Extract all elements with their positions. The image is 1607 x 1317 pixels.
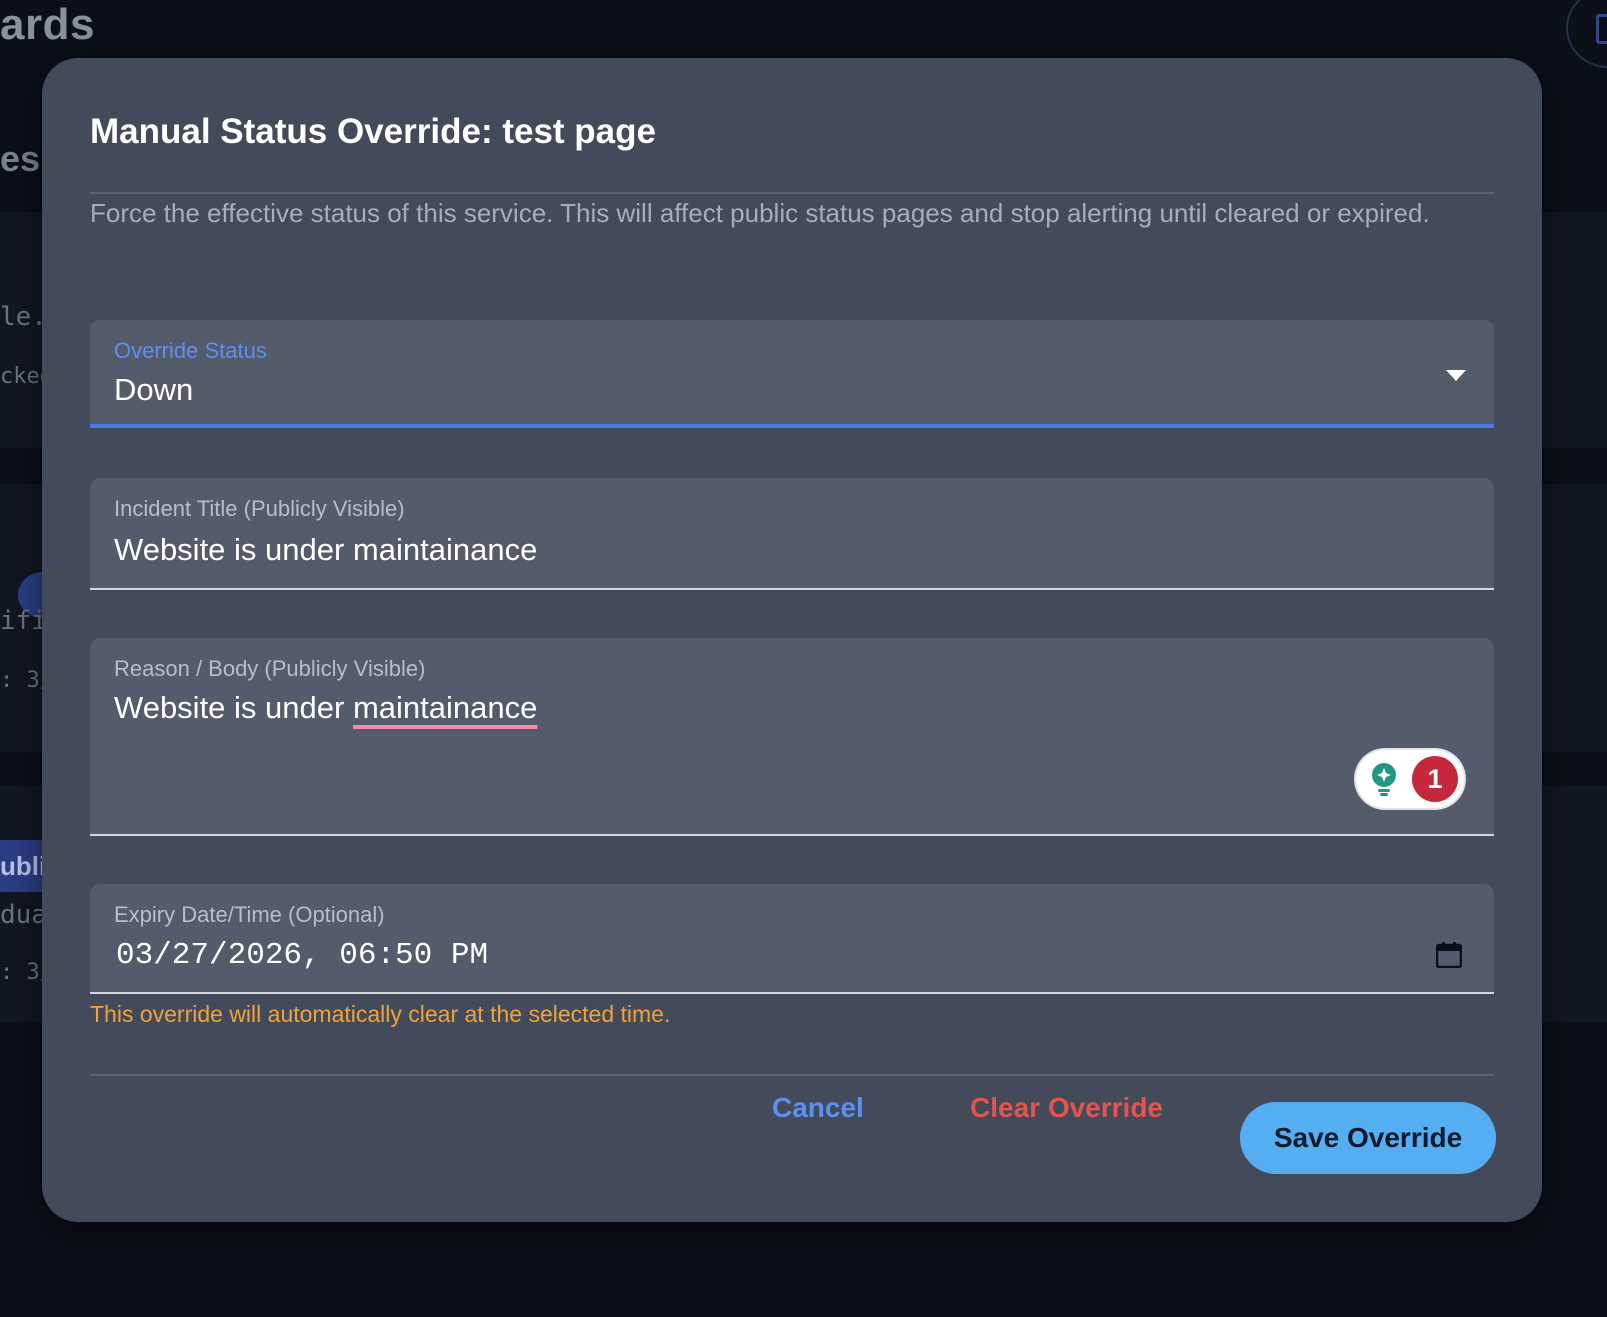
cancel-button[interactable]: Cancel xyxy=(772,1092,864,1124)
grammar-issue-count: 1 xyxy=(1412,756,1458,802)
reason-label: Reason / Body (Publicly Visible) xyxy=(114,656,426,681)
dialog-title: Manual Status Override: test page xyxy=(90,112,656,151)
chevron-down-icon[interactable] xyxy=(1446,370,1466,381)
incident-title-value: Website is under maintainance xyxy=(114,532,538,567)
background-page-title: ards xyxy=(0,0,95,49)
incident-title-input[interactable]: Incident Title (Publicly Visible) Websit… xyxy=(90,478,1494,590)
misspelled-word[interactable]: maintainance xyxy=(353,690,537,725)
background-section-title: es xyxy=(0,138,41,179)
background-text: ifi xyxy=(0,606,47,636)
actions-divider xyxy=(90,1074,1494,1076)
reason-textarea[interactable]: Reason / Body (Publicly Visible) Website… xyxy=(90,638,1494,836)
expiry-value: 03/27/2026, 06:50 PM xyxy=(116,938,489,973)
dialog-description: Force the effective status of this servi… xyxy=(90,198,1430,228)
reason-text: Website is under xyxy=(114,690,353,725)
expiry-hint: This override will automatically clear a… xyxy=(90,1001,671,1027)
expiry-datetime-input[interactable]: Expiry Date/Time (Optional) 03/27/2026, … xyxy=(90,884,1494,994)
incident-title-label: Incident Title (Publicly Visible) xyxy=(114,496,405,521)
clear-override-button[interactable]: Clear Override xyxy=(970,1092,1163,1124)
reason-value: Website is under maintainance xyxy=(114,690,537,726)
background-text: dua xyxy=(0,900,47,930)
background-text: le. xyxy=(0,302,47,332)
override-dialog: Manual Status Override: test page Force … xyxy=(42,58,1542,1222)
expiry-label: Expiry Date/Time (Optional) xyxy=(114,902,385,927)
override-status-label: Override Status xyxy=(114,338,267,363)
override-status-select[interactable]: Override Status Down xyxy=(90,320,1494,428)
override-status-value: Down xyxy=(114,372,194,407)
copy-icon xyxy=(1596,14,1607,44)
calendar-icon[interactable] xyxy=(1436,942,1462,968)
grammar-checker-badge[interactable]: 1 xyxy=(1356,750,1464,808)
save-override-button[interactable]: Save Override xyxy=(1240,1102,1496,1174)
grammar-bulb-icon xyxy=(1372,763,1396,796)
